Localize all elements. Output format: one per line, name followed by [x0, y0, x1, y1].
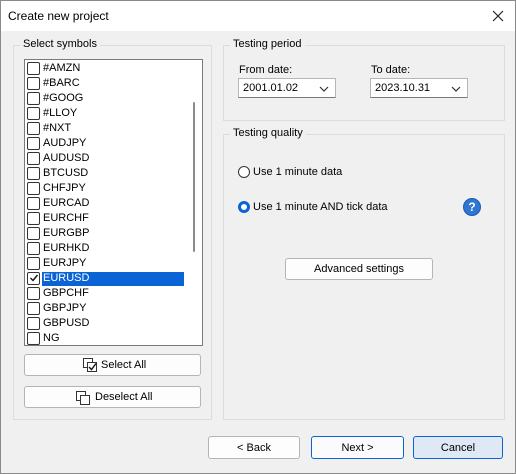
- to-date-label: To date:: [371, 64, 411, 76]
- select-all-label: Select All: [101, 359, 147, 371]
- symbol-label: AUDJPY: [43, 137, 87, 149]
- testing-quality-label: Testing quality: [230, 127, 306, 139]
- title-bar: Create new project: [1, 1, 515, 31]
- list-item[interactable]: EURCHF: [25, 211, 185, 226]
- list-item[interactable]: EURGBP: [25, 226, 185, 241]
- scrollbar-thumb[interactable]: [193, 102, 195, 252]
- symbol-label: EURUSD: [42, 272, 184, 286]
- list-item[interactable]: EURJPY: [25, 256, 185, 271]
- list-item[interactable]: AUDJPY: [25, 136, 185, 151]
- radio-1-minute-data-label[interactable]: Use 1 minute data: [253, 166, 342, 178]
- symbol-label: AUDUSD: [43, 152, 90, 164]
- create-project-dialog: Create new project Select symbols #AMZN #…: [0, 0, 516, 474]
- symbol-label: #BARC: [43, 77, 80, 89]
- symbol-label: #LLOY: [43, 107, 78, 119]
- radio-1-minute-tick-data[interactable]: [238, 201, 250, 213]
- symbol-checkbox[interactable]: [27, 182, 40, 195]
- next-button[interactable]: Next >: [311, 436, 404, 459]
- cancel-button[interactable]: Cancel: [413, 436, 503, 459]
- symbol-label: EURJPY: [43, 257, 87, 269]
- select-all-icon: [83, 358, 97, 372]
- symbol-checkbox[interactable]: [27, 272, 40, 285]
- list-item[interactable]: #LLOY: [25, 106, 185, 121]
- symbol-checkbox[interactable]: [27, 302, 40, 315]
- back-label: < Back: [237, 442, 271, 454]
- list-item[interactable]: NG: [25, 331, 185, 345]
- symbol-label: BTCUSD: [43, 167, 89, 179]
- symbol-checkbox[interactable]: [27, 227, 40, 240]
- symbol-label: #NXT: [43, 122, 72, 134]
- deselect-all-label: Deselect All: [95, 391, 153, 403]
- deselect-all-button[interactable]: Deselect All: [24, 386, 201, 408]
- symbol-checkbox[interactable]: [27, 107, 40, 120]
- deselect-all-icon: [76, 391, 90, 405]
- symbol-checkbox[interactable]: [27, 242, 40, 255]
- list-item[interactable]: EURCAD: [25, 196, 185, 211]
- symbol-label: EURGBP: [43, 227, 90, 239]
- list-item[interactable]: GBPCHF: [25, 286, 185, 301]
- to-date-value: 2023.10.31: [375, 82, 431, 94]
- symbol-label: GBPJPY: [43, 302, 87, 314]
- symbol-label: #AMZN: [43, 62, 81, 74]
- symbol-label: EURCAD: [43, 197, 90, 209]
- symbol-checkbox[interactable]: [27, 317, 40, 330]
- dialog-title: Create new project: [8, 9, 109, 23]
- list-item[interactable]: BTCUSD: [25, 166, 185, 181]
- list-item[interactable]: EURUSD: [25, 271, 185, 286]
- from-date-select[interactable]: 2001.01.02: [238, 78, 336, 98]
- cancel-label: Cancel: [440, 442, 476, 454]
- list-item[interactable]: #GOOG: [25, 91, 185, 106]
- list-item[interactable]: #NXT: [25, 121, 185, 136]
- symbol-checkbox[interactable]: [27, 122, 40, 135]
- symbol-label: GBPCHF: [43, 287, 89, 299]
- symbol-checkbox[interactable]: [27, 77, 40, 90]
- symbols-list[interactable]: #AMZN #BARC #GOOG #LLOY #NXT AUDJPY AUDUSD BTCU…: [24, 59, 203, 346]
- symbol-checkbox[interactable]: [27, 332, 40, 345]
- from-date-label: From date:: [239, 64, 293, 76]
- symbol-checkbox[interactable]: [27, 212, 40, 225]
- radio-1-minute-data[interactable]: [238, 166, 250, 178]
- symbol-checkbox[interactable]: [27, 137, 40, 150]
- close-button[interactable]: [487, 5, 509, 27]
- advanced-settings-button[interactable]: Advanced settings: [285, 258, 433, 280]
- symbol-checkbox[interactable]: [27, 152, 40, 165]
- symbol-label: CHFJPY: [43, 182, 86, 194]
- help-icon[interactable]: ?: [463, 198, 481, 216]
- symbol-checkbox[interactable]: [27, 257, 40, 270]
- back-button[interactable]: < Back: [208, 436, 300, 459]
- from-date-value: 2001.01.02: [243, 82, 299, 94]
- chevron-down-icon: [319, 86, 329, 92]
- list-item[interactable]: EURHKD: [25, 241, 185, 256]
- radio-1-minute-tick-data-label[interactable]: Use 1 minute AND tick data: [253, 201, 388, 213]
- list-item[interactable]: AUDUSD: [25, 151, 185, 166]
- symbols-scrollbar[interactable]: [186, 60, 202, 345]
- chevron-down-icon: [451, 86, 461, 92]
- checkmark-icon: [30, 274, 39, 282]
- list-item[interactable]: GBPJPY: [25, 301, 185, 316]
- select-symbols-label: Select symbols: [20, 38, 100, 50]
- close-icon: [492, 10, 504, 22]
- symbol-checkbox[interactable]: [27, 62, 40, 75]
- to-date-select[interactable]: 2023.10.31: [370, 78, 468, 98]
- symbol-label: GBPUSD: [43, 317, 90, 329]
- symbol-label: NG: [43, 332, 60, 344]
- list-item[interactable]: #BARC: [25, 76, 185, 91]
- next-label: Next >: [341, 442, 374, 454]
- symbol-checkbox[interactable]: [27, 287, 40, 300]
- list-item[interactable]: CHFJPY: [25, 181, 185, 196]
- symbol-checkbox[interactable]: [27, 167, 40, 180]
- list-item[interactable]: GBPUSD: [25, 316, 185, 331]
- symbol-label: EURHKD: [43, 242, 90, 254]
- symbol-label: EURCHF: [43, 212, 89, 224]
- list-item[interactable]: #AMZN: [25, 61, 185, 76]
- symbol-checkbox[interactable]: [27, 92, 40, 105]
- testing-period-label: Testing period: [230, 38, 305, 50]
- symbol-checkbox[interactable]: [27, 197, 40, 210]
- advanced-settings-label: Advanced settings: [314, 263, 404, 275]
- select-all-button[interactable]: Select All: [24, 354, 201, 376]
- symbol-label: #GOOG: [43, 92, 84, 104]
